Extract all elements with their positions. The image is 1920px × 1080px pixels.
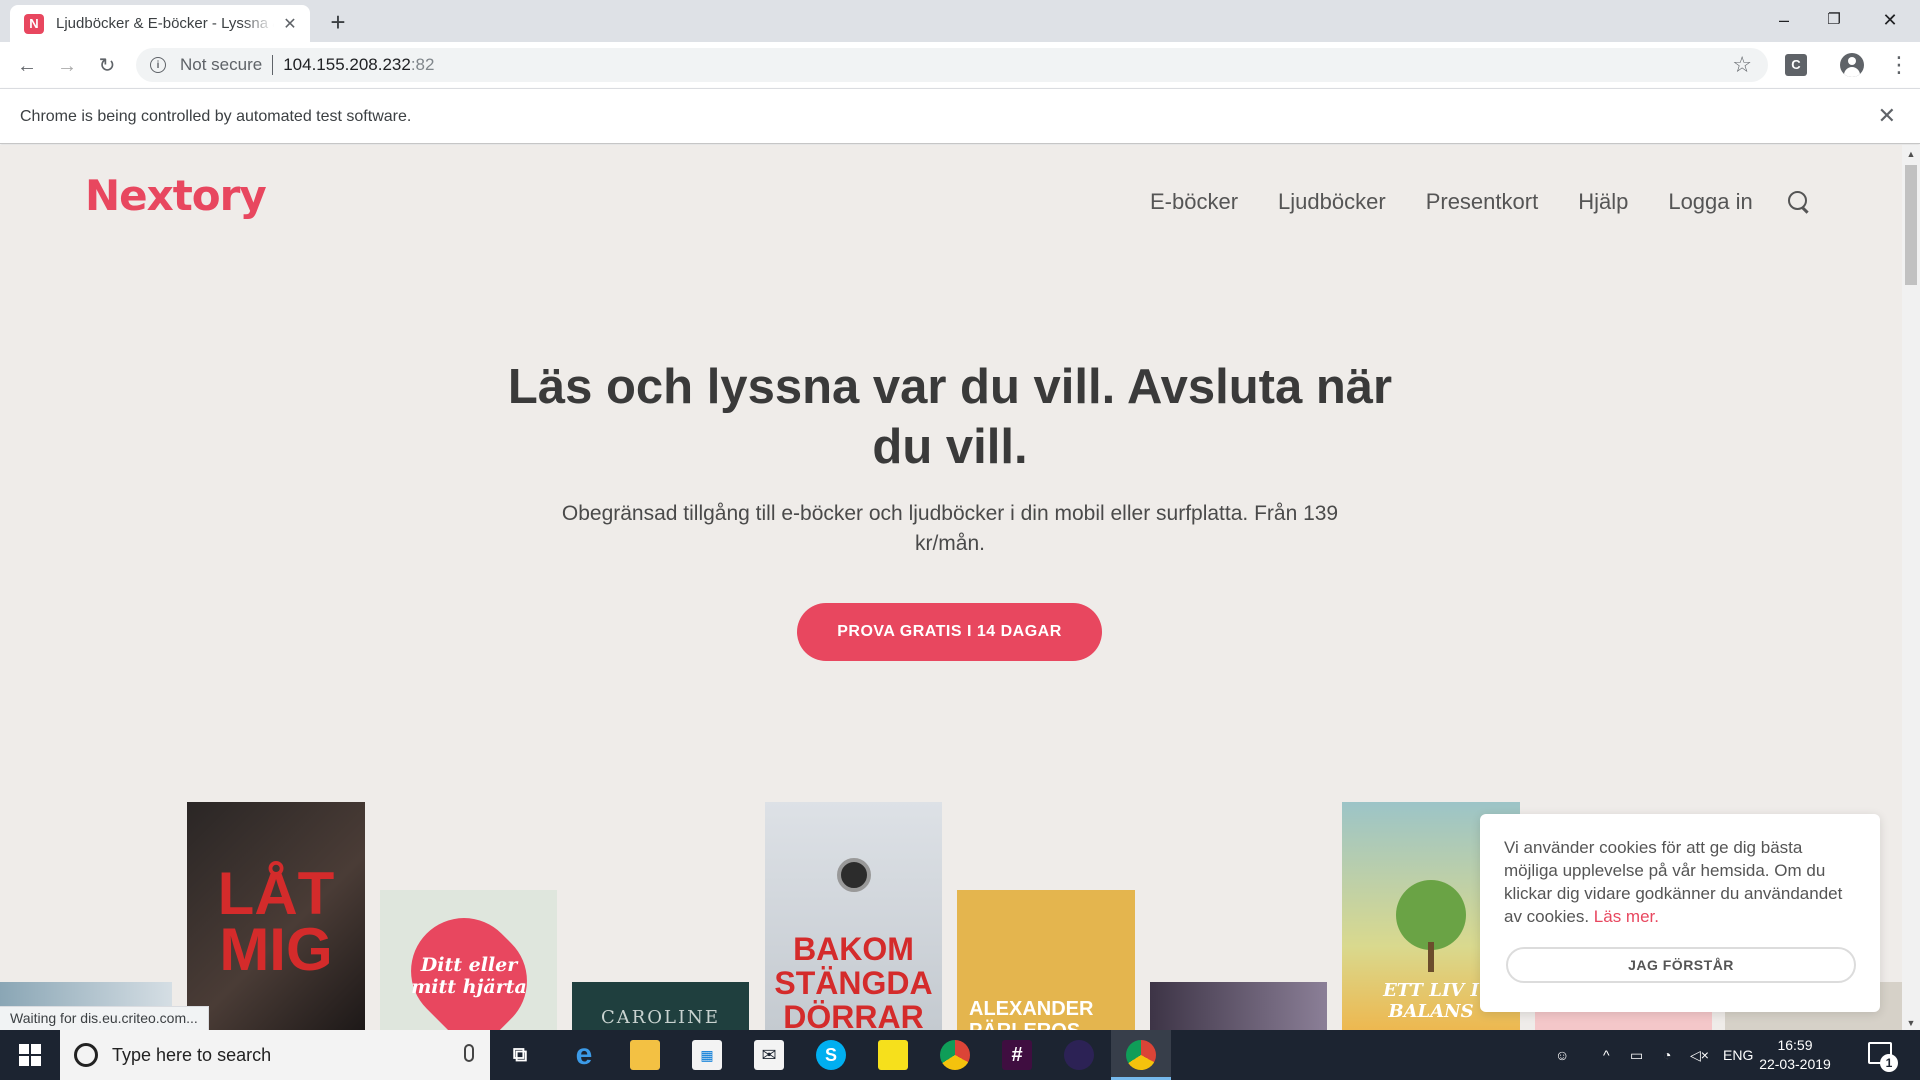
tray-chevron-icon[interactable]: ^ — [1603, 1030, 1610, 1080]
wifi-icon[interactable]: ◔ — [1663, 1030, 1671, 1080]
cookie-message: Vi använder cookies för att ge dig bästa… — [1504, 838, 1843, 926]
clock-time: 16:59 — [1777, 1037, 1813, 1053]
tab-close-icon[interactable]: ✕ — [280, 14, 300, 34]
url-port: :82 — [410, 55, 435, 74]
security-label: Not secure — [180, 55, 263, 74]
nextory-favicon-icon: N — [24, 13, 44, 34]
skype-icon[interactable]: S — [816, 1040, 846, 1070]
cortana-icon — [74, 1043, 98, 1067]
book-cover[interactable]: CAROLINE — [572, 982, 749, 1030]
heart-icon: Ditt eller mitt hjärta — [388, 896, 549, 1030]
battery-icon[interactable]: ▭ — [1630, 1030, 1643, 1080]
nav-e-books[interactable]: E-böcker — [1150, 189, 1238, 215]
free-trial-button[interactable]: PROVA GRATIS I 14 DAGAR — [797, 603, 1102, 661]
infobar-close-icon[interactable]: ✕ — [1878, 103, 1896, 129]
restore-icon[interactable]: ❐ — [1806, 4, 1862, 36]
scroll-thumb[interactable] — [1905, 165, 1917, 285]
nextory-logo[interactable]: Nextory — [85, 171, 267, 220]
hero-title: Läs och lyssna var du vill. Avsluta när … — [507, 360, 1393, 474]
automation-notice: Chrome is being controlled by automated … — [20, 108, 412, 125]
kebab-menu-icon[interactable]: ⋮ — [1888, 50, 1910, 80]
bookmark-star-icon[interactable]: ☆ — [1732, 52, 1752, 78]
book-title: LÅT MIG — [217, 860, 335, 983]
search-icon[interactable] — [1788, 191, 1810, 213]
language-indicator[interactable]: ENG — [1723, 1030, 1753, 1080]
scroll-up-icon[interactable]: ▲ — [1902, 149, 1920, 159]
file-explorer-icon[interactable] — [630, 1040, 660, 1070]
taskbar-search-box[interactable]: Type here to search — [60, 1030, 490, 1080]
windows-taskbar: Type here to search ⧉ e ▦ ✉ S # ☺ ^ ▭ ◔ … — [0, 1030, 1920, 1080]
new-tab-button[interactable]: + — [324, 9, 352, 37]
scroll-down-icon[interactable]: ▼ — [1902, 1018, 1920, 1028]
microphone-icon[interactable] — [464, 1044, 474, 1062]
hero-subtitle: Obegränsad tillgång till e-böcker och lj… — [561, 502, 1339, 555]
extension-icon[interactable]: C — [1785, 54, 1807, 76]
book-cover[interactable]: LÅT MIG — [187, 802, 365, 1030]
book-title: BAKOM STÄNGDA DÖRRAR — [774, 931, 933, 1030]
door-knob-icon — [836, 858, 871, 892]
nav-help[interactable]: Hjälp — [1578, 189, 1628, 215]
windows-start-icon[interactable] — [0, 1030, 60, 1080]
task-view-icon[interactable]: ⧉ — [505, 1040, 535, 1070]
cookie-text: Vi använder cookies för att ge dig bästa… — [1504, 836, 1856, 928]
sticky-notes-icon[interactable] — [878, 1040, 908, 1070]
book-cover[interactable] — [1150, 982, 1327, 1030]
book-cover[interactable]: ALEXANDER PÄRLEROS — [957, 890, 1135, 1030]
url-separator — [272, 55, 274, 75]
book-title: Ditt eller mitt hjärta — [410, 954, 527, 998]
book-title: CAROLINE — [600, 1006, 721, 1028]
slack-icon[interactable]: # — [1002, 1040, 1032, 1070]
eclipse-icon[interactable] — [1064, 1040, 1094, 1070]
browser-tab[interactable]: N Ljudböcker & E-böcker - Lyssna & läs ✕ — [10, 5, 310, 42]
nav-audiobooks[interactable]: Ljudböcker — [1278, 189, 1386, 215]
page-scrollbar[interactable]: ▲ ▼ — [1902, 145, 1920, 1030]
minimize-icon[interactable]: – — [1756, 4, 1812, 36]
nav-login[interactable]: Logga in — [1668, 189, 1752, 215]
book-title: ALEXANDER PÄRLEROS — [969, 998, 1094, 1030]
site-info-icon[interactable]: i — [150, 57, 166, 73]
url-host: 104.155.208.232 — [283, 55, 411, 74]
book-cover[interactable]: Ditt eller mitt hjärta — [380, 890, 557, 1030]
profile-icon[interactable] — [1840, 53, 1864, 77]
clock-date: 22-03-2019 — [1759, 1056, 1831, 1072]
automation-infobar: Chrome is being controlled by automated … — [0, 88, 1920, 144]
store-icon[interactable]: ▦ — [692, 1040, 722, 1070]
cookie-banner: Vi använder cookies för att ge dig bästa… — [1480, 814, 1880, 1012]
mail-icon[interactable]: ✉ — [754, 1040, 784, 1070]
page-viewport: Nextory E-böcker Ljudböcker Presentkort … — [0, 145, 1902, 1030]
cookie-read-more-link[interactable]: Läs mer. — [1594, 907, 1659, 926]
volume-muted-icon[interactable]: ◁× — [1690, 1030, 1709, 1080]
tree-icon — [1396, 880, 1466, 972]
back-icon[interactable]: ← — [11, 50, 43, 82]
notification-badge: 1 — [1880, 1054, 1898, 1072]
taskbar-search-placeholder: Type here to search — [112, 1044, 272, 1065]
site-nav: E-böcker Ljudböcker Presentkort Hjälp Lo… — [1150, 189, 1793, 215]
edge-icon[interactable]: e — [569, 1038, 599, 1071]
cookie-accept-button[interactable]: JAG FÖRSTÅR — [1506, 947, 1856, 983]
loading-status: Waiting for dis.eu.criteo.com... — [0, 1006, 209, 1030]
address-bar[interactable]: i Not secure 104.155.208.232 :82 ☆ — [136, 48, 1768, 82]
chrome-icon[interactable] — [1126, 1040, 1156, 1070]
reload-icon[interactable]: ↻ — [91, 50, 123, 82]
chrome-icon[interactable] — [940, 1040, 970, 1070]
close-window-icon[interactable]: ✕ — [1862, 4, 1918, 36]
book-cover[interactable]: BAKOM STÄNGDA DÖRRAR — [765, 802, 942, 1030]
browser-tab-strip: N Ljudböcker & E-böcker - Lyssna & läs ✕… — [0, 0, 1920, 42]
tab-title: Ljudböcker & E-böcker - Lyssna & läs — [56, 15, 274, 32]
forward-icon[interactable]: → — [51, 50, 83, 82]
people-icon[interactable]: ☺ — [1555, 1030, 1569, 1080]
browser-toolbar: ← → ↻ i Not secure 104.155.208.232 :82 ☆… — [0, 42, 1920, 88]
taskbar-clock[interactable]: 16:59 22-03-2019 — [1755, 1036, 1835, 1074]
nav-gift-card[interactable]: Presentkort — [1426, 189, 1539, 215]
